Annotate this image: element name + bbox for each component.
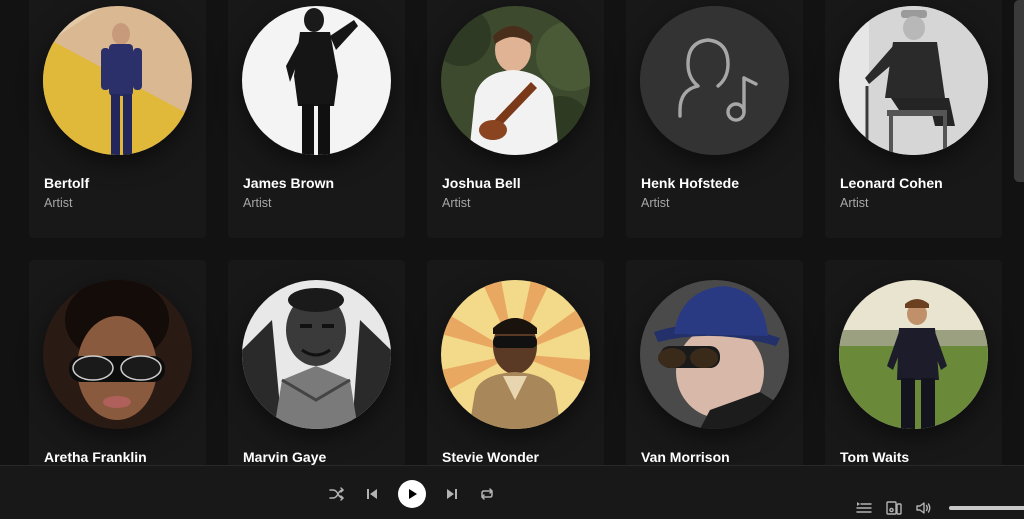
artist-card-van-morrison[interactable]: Van Morrison Artist [626,260,803,465]
extra-controls [855,499,1024,517]
artist-image [441,280,590,429]
artist-image [839,6,988,155]
main-content: Bertolf Artist James Brown Artist Joshua… [0,0,1024,465]
shuffle-icon[interactable] [328,485,346,503]
previous-icon[interactable] [363,485,381,503]
artist-name: Van Morrison [641,449,730,465]
playback-bar [0,465,1024,519]
artist-card-james-brown[interactable]: James Brown Artist [228,0,405,238]
devices-icon[interactable] [885,499,903,517]
artist-card-bertolf[interactable]: Bertolf Artist [29,0,206,238]
artist-name: Aretha Franklin [44,449,147,465]
artist-name: Henk Hofstede [641,175,740,191]
artist-placeholder-icon [640,6,789,155]
volume-icon[interactable] [915,499,933,517]
artist-image [640,280,789,429]
artist-card-tom-waits[interactable]: Tom Waits Artist [825,260,1002,465]
artist-type: Artist [44,196,73,210]
artist-name: Marvin Gaye [243,449,327,465]
artist-image [640,6,789,155]
artist-card-joshua-bell[interactable]: Joshua Bell Artist [427,0,604,238]
artist-name: Bertolf [44,175,90,191]
volume-slider[interactable] [949,506,1024,510]
artist-image [43,6,192,155]
artist-type: Artist [641,196,670,210]
artist-name: Leonard Cohen [840,175,943,191]
artist-grid: Bertolf Artist James Brown Artist Joshua… [29,0,1002,465]
artist-image [242,6,391,155]
artist-card-aretha-franklin[interactable]: Aretha Franklin Artist [29,260,206,465]
repeat-icon[interactable] [478,485,496,503]
volume-level [949,506,1024,510]
queue-icon[interactable] [855,499,873,517]
artist-image [839,280,988,429]
scrollbar-thumb[interactable] [1014,0,1024,182]
artist-name: James Brown [243,175,335,191]
artist-card-marvin-gaye[interactable]: Marvin Gaye Artist [228,260,405,465]
artist-type: Artist [442,196,471,210]
player-controls [328,480,496,508]
artist-type: Artist [840,196,869,210]
artist-card-henk-hofstede[interactable]: Henk Hofstede Artist [626,0,803,238]
artist-card-leonard-cohen[interactable]: Leonard Cohen Artist [825,0,1002,238]
next-icon[interactable] [443,485,461,503]
artist-name: Stevie Wonder [442,449,539,465]
artist-name: Tom Waits [840,449,910,465]
play-icon [409,489,417,499]
artist-name: Joshua Bell [442,175,521,191]
artist-card-stevie-wonder[interactable]: Stevie Wonder Artist [427,260,604,465]
artist-image [43,280,192,429]
artist-type: Artist [243,196,272,210]
artist-image [242,280,391,429]
play-button[interactable] [398,480,426,508]
artist-image [441,6,590,155]
